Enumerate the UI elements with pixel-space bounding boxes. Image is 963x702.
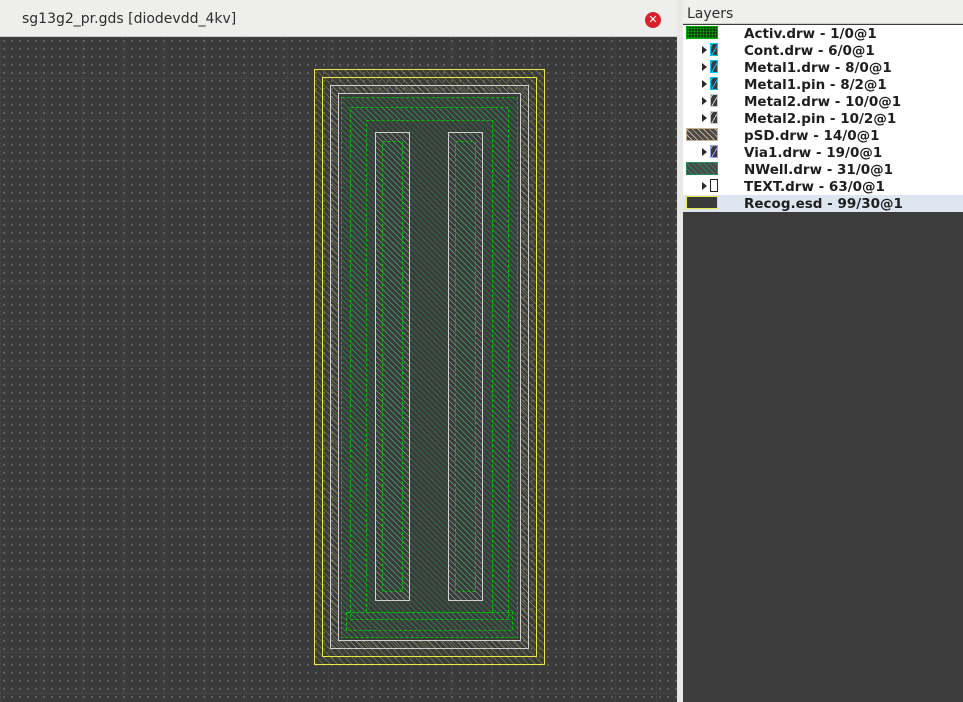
layer-swatch-icon[interactable] xyxy=(710,94,718,107)
layer-row[interactable]: Recog.esd - 99/30@1 xyxy=(683,195,963,212)
layer-label: NWell.drw - 31/0@1 xyxy=(744,162,894,178)
layer-row[interactable]: TEXT.drw - 63/0@1 xyxy=(683,178,963,195)
expand-arrow-icon[interactable] xyxy=(702,46,707,54)
layer-label: Metal2.pin - 10/2@1 xyxy=(744,111,897,127)
layer-swatch-icon[interactable] xyxy=(686,162,718,175)
layer-swatch-icon[interactable] xyxy=(686,128,718,141)
expand-arrow-icon[interactable] xyxy=(702,182,707,190)
expand-arrow-icon[interactable] xyxy=(702,97,707,105)
diode-finger-right-activ xyxy=(455,141,476,592)
layer-label: Metal1.pin - 8/2@1 xyxy=(744,77,887,93)
layer-row[interactable]: Via1.drw - 19/0@1 xyxy=(683,144,963,161)
layer-label: pSD.drw - 14/0@1 xyxy=(744,128,880,144)
tab-bar: sg13g2_pr.gds [diodevdd_4kv] ✕ xyxy=(0,0,677,37)
expand-arrow-icon[interactable] xyxy=(702,63,707,71)
layer-row[interactable]: pSD.drw - 14/0@1 xyxy=(683,127,963,144)
layer-label: Metal1.drw - 8/0@1 xyxy=(744,60,892,76)
layer-label: Via1.drw - 19/0@1 xyxy=(744,145,883,161)
expand-arrow-icon[interactable] xyxy=(702,80,707,88)
layers-panel: Layers Activ.drw - 1/0@1 Cont.drw - 6/0@1… xyxy=(683,0,963,702)
layer-label: Recog.esd - 99/30@1 xyxy=(744,196,903,212)
layer-label: Cont.drw - 6/0@1 xyxy=(744,43,875,59)
layout-drawing xyxy=(0,37,677,702)
close-icon[interactable]: ✕ xyxy=(645,12,661,28)
layer-row[interactable]: Metal1.pin - 8/2@1 xyxy=(683,76,963,93)
layer-swatch-icon[interactable] xyxy=(710,111,718,124)
layer-swatch-icon[interactable] xyxy=(686,26,718,39)
layer-row[interactable]: Metal2.pin - 10/2@1 xyxy=(683,110,963,127)
layer-label: Activ.drw - 1/0@1 xyxy=(744,26,877,42)
diode-finger-left-activ xyxy=(382,141,403,592)
layer-row[interactable]: Cont.drw - 6/0@1 xyxy=(683,42,963,59)
layer-label: Metal2.drw - 10/0@1 xyxy=(744,94,902,110)
layer-list: Activ.drw - 1/0@1 Cont.drw - 6/0@1 Metal1.… xyxy=(683,25,963,213)
tab-title[interactable]: sg13g2_pr.gds [diodevdd_4kv] xyxy=(22,11,236,27)
layer-row[interactable]: Metal1.drw - 8/0@1 xyxy=(683,59,963,76)
layer-swatch-icon[interactable] xyxy=(710,77,718,90)
layer-swatch-icon[interactable] xyxy=(710,145,718,158)
layer-list-empty-area xyxy=(683,212,963,702)
layer-row[interactable]: NWell.drw - 31/0@1 xyxy=(683,161,963,178)
layer-row[interactable]: Metal2.drw - 10/0@1 xyxy=(683,93,963,110)
layer-label: TEXT.drw - 63/0@1 xyxy=(744,179,885,195)
layer-swatch-icon[interactable] xyxy=(710,179,718,192)
layers-panel-header: Layers xyxy=(683,0,963,24)
layer-swatch-icon[interactable] xyxy=(710,43,718,56)
expand-arrow-icon[interactable] xyxy=(702,114,707,122)
layer-row[interactable]: Activ.drw - 1/0@1 xyxy=(683,25,963,42)
layer-swatch-icon[interactable] xyxy=(710,60,718,73)
layers-panel-title: Layers xyxy=(687,6,734,22)
layer-swatch-icon[interactable] xyxy=(686,196,718,209)
expand-arrow-icon[interactable] xyxy=(702,148,707,156)
layout-canvas[interactable] xyxy=(0,37,677,702)
